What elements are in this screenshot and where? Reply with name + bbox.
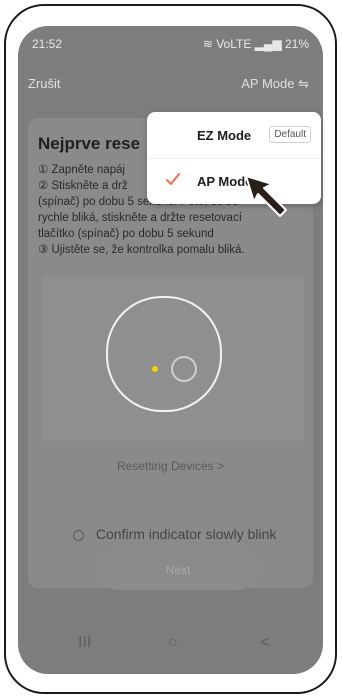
confirm-label: Confirm indicator slowly blink [95,526,277,542]
cancel-button[interactable]: Zrušit [28,76,61,91]
top-bar: Zrušit AP Mode ⇋ [18,72,323,100]
recent-apps-icon[interactable]: III [78,634,91,652]
next-button[interactable]: Next [98,550,258,590]
ez-mode-label: EZ Mode [197,128,252,143]
nav-bar: III ○ < [18,622,323,674]
option-ez-mode[interactable]: EZ Mode Default [147,112,321,158]
back-icon[interactable]: < [260,634,269,652]
card-title: Nejprve rese [38,134,141,153]
pointer-arrow-icon [245,175,287,217]
radio-icon[interactable] [73,529,84,541]
status-icons: ≋ VoLTE ▂▄▆ 21% [202,37,309,51]
status-time: 21:52 [32,37,63,51]
indicator-light [152,366,158,372]
device-circle [106,296,222,412]
check-icon [166,173,180,185]
step-line: tlačítko (spínač) po dobu 5 sekund [38,228,214,240]
power-icon [171,356,197,382]
default-badge: Default [269,126,311,143]
status-bar: 21:52 ≋ VoLTE ▂▄▆ 21% [18,26,323,62]
home-icon[interactable]: ○ [168,634,178,652]
mode-switch[interactable]: AP Mode ⇋ [241,76,309,92]
option-ap-mode[interactable]: AP Mode [147,158,321,204]
step-line: ③ Ujistěte se, že kontrolka pomalu bliká… [38,244,245,256]
resetting-devices-link[interactable]: Resetting Devices > [18,459,323,473]
confirm-indicator[interactable]: Confirm indicator slowly blink [73,526,276,542]
mode-dropdown: EZ Mode Default AP Mode [147,112,321,204]
